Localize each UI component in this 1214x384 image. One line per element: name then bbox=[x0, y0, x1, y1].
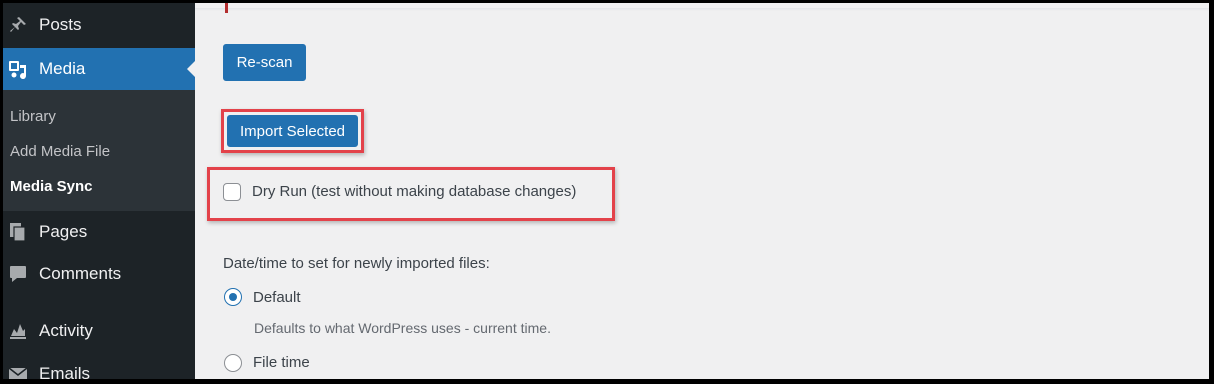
media-icon bbox=[7, 58, 29, 80]
default-option-description: Defaults to what WordPress uses - curren… bbox=[254, 320, 551, 336]
mail-icon bbox=[7, 363, 29, 379]
admin-sidebar: Posts Media Library Add Media File Media… bbox=[3, 3, 195, 379]
sidebar-item-label: Emails bbox=[39, 364, 91, 379]
rescan-button[interactable]: Re-scan bbox=[223, 44, 306, 81]
default-option-label: Default bbox=[253, 289, 301, 306]
sidebar-item-activity[interactable]: Activity bbox=[3, 310, 195, 352]
sidebar-item-pages[interactable]: Pages bbox=[3, 211, 195, 253]
date-time-heading: Date/time to set for newly imported file… bbox=[223, 255, 490, 272]
submenu-item-media-sync[interactable]: Media Sync bbox=[10, 178, 93, 195]
file-time-option-label: File time bbox=[253, 354, 310, 371]
dry-run-label: Dry Run (test without making database ch… bbox=[252, 183, 577, 200]
sidebar-item-label: Posts bbox=[39, 15, 82, 34]
pin-icon bbox=[7, 14, 29, 36]
current-indicator bbox=[187, 61, 195, 77]
sidebar-item-label: Activity bbox=[39, 321, 93, 340]
activity-icon bbox=[7, 320, 29, 342]
default-radio[interactable] bbox=[224, 288, 242, 306]
submenu-item-library[interactable]: Library bbox=[10, 108, 56, 125]
main-content: Re-scan Import Selected Dry Run (test wi… bbox=[195, 3, 1209, 379]
comment-icon bbox=[7, 263, 29, 285]
screen: Posts Media Library Add Media File Media… bbox=[3, 3, 1209, 379]
sidebar-item-comments[interactable]: Comments bbox=[3, 253, 195, 295]
sidebar-item-posts[interactable]: Posts bbox=[3, 4, 195, 46]
pages-icon bbox=[7, 221, 29, 243]
sidebar-item-emails[interactable]: Emails bbox=[3, 353, 195, 379]
import-selected-button[interactable]: Import Selected bbox=[227, 115, 358, 147]
submenu-item-add-media-file[interactable]: Add Media File bbox=[10, 143, 110, 160]
sidebar-item-label: Pages bbox=[39, 222, 88, 241]
sidebar-item-label: Media bbox=[39, 59, 86, 78]
sidebar-item-media[interactable]: Media bbox=[3, 48, 195, 90]
dry-run-checkbox[interactable] bbox=[223, 183, 241, 201]
sidebar-item-label: Comments bbox=[39, 264, 122, 283]
top-divider bbox=[195, 8, 1209, 11]
media-submenu: Library Add Media File Media Sync bbox=[3, 90, 195, 211]
file-time-radio[interactable] bbox=[224, 354, 242, 372]
marker bbox=[225, 3, 228, 13]
